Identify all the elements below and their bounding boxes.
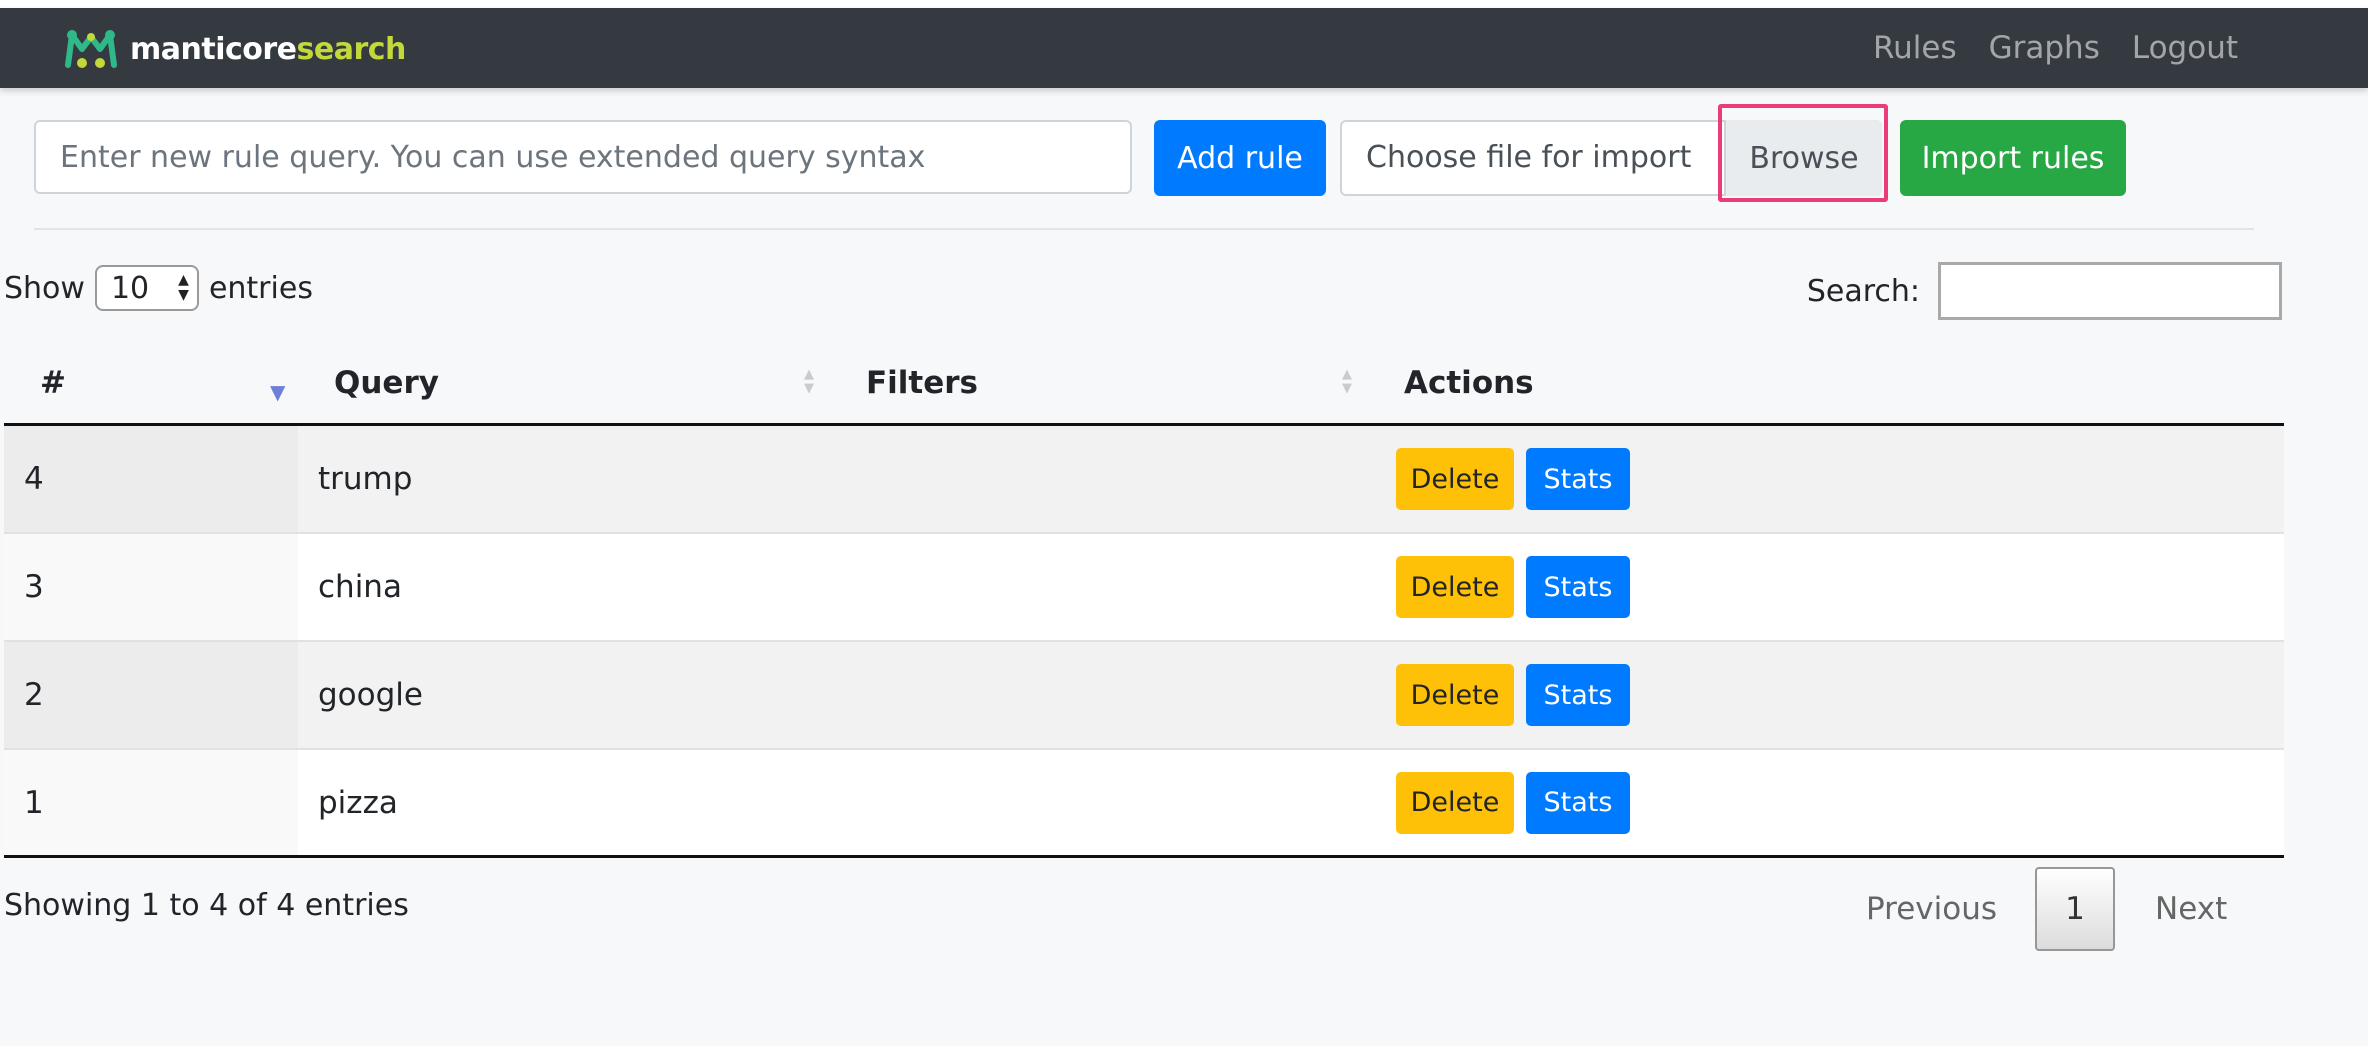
brand-name: manticoresearch <box>130 35 406 65</box>
row-id: 1 <box>24 784 44 821</box>
previous-page-button[interactable]: Previous <box>1866 891 1997 927</box>
stats-button[interactable]: Stats <box>1526 556 1630 618</box>
row-actions: Delete Stats <box>1396 534 1630 640</box>
row-query: trump <box>318 461 413 497</box>
sort-both-icon: ▲ ▼ <box>804 367 814 396</box>
row-query: china <box>318 569 402 605</box>
file-import-label: Choose file for import <box>1366 140 1692 175</box>
row-query: google <box>318 677 423 713</box>
navbar: manticoresearch Rules Graphs Logout <box>0 8 2368 88</box>
next-page-button[interactable]: Next <box>2155 891 2227 927</box>
stats-button[interactable]: Stats <box>1526 448 1630 510</box>
column-header-id[interactable]: # <box>40 350 66 423</box>
rules-table: # ▼ Query ▲ ▼ Filters ▲ ▼ Actions 4 trump … <box>4 350 2284 858</box>
search-input[interactable] <box>1938 262 2282 320</box>
nav-link-logout[interactable]: Logout <box>2132 30 2238 66</box>
row-query: pizza <box>318 784 398 821</box>
stats-button[interactable]: Stats <box>1526 664 1630 726</box>
entries-label: entries <box>208 270 313 306</box>
delete-button[interactable]: Delete <box>1396 771 1514 834</box>
id-cell-bg <box>4 642 298 748</box>
nav-link-graphs[interactable]: Graphs <box>1989 30 2100 66</box>
column-header-filters-label: Filters <box>866 365 979 401</box>
column-header-actions-label: Actions <box>1404 365 1534 401</box>
rule-query-input[interactable] <box>34 120 1132 194</box>
show-label: Show <box>4 270 85 306</box>
id-cell-bg <box>4 750 298 855</box>
add-rule-button[interactable]: Add rule <box>1154 120 1326 196</box>
delete-button[interactable]: Delete <box>1396 556 1514 618</box>
row-id: 4 <box>24 461 44 497</box>
stats-button[interactable]: Stats <box>1526 771 1630 834</box>
id-cell-bg <box>4 426 298 532</box>
table-row: 3 china Delete Stats <box>4 534 2284 642</box>
row-actions: Delete Stats <box>1396 642 1630 748</box>
browse-button[interactable]: Browse <box>1724 120 1882 196</box>
nav-links: Rules Graphs Logout <box>1873 8 2238 88</box>
page-1-button[interactable]: 1 <box>2035 867 2116 951</box>
import-rules-button[interactable]: Import rules <box>1900 120 2126 196</box>
nav-link-rules[interactable]: Rules <box>1873 30 1957 66</box>
delete-button[interactable]: Delete <box>1396 664 1514 726</box>
brand-name-primary: manticore <box>130 32 297 67</box>
column-header-id-label: # <box>40 365 66 401</box>
brand-logo[interactable]: manticoresearch <box>62 26 406 74</box>
row-actions: Delete Stats <box>1396 750 1630 855</box>
table-row: 2 google Delete Stats <box>4 642 2284 750</box>
column-header-query-label: Query <box>334 365 439 401</box>
row-id: 3 <box>24 569 44 605</box>
table-row: 1 pizza Delete Stats <box>4 750 2284 858</box>
search-label: Search: <box>1806 273 1920 309</box>
page-length-control: Show 10 ▲ ▼ entries <box>4 264 313 312</box>
table-header: # ▼ Query ▲ ▼ Filters ▲ ▼ Actions <box>4 350 2284 426</box>
page-length-value: 10 <box>110 270 150 306</box>
brand-name-secondary: search <box>296 32 407 67</box>
page-length-select[interactable]: 10 ▲ ▼ <box>94 265 199 311</box>
top-strip <box>0 0 2368 8</box>
pagination: Previous 1 Next <box>1866 866 2227 952</box>
manticore-logo-icon <box>65 30 117 68</box>
divider <box>34 228 2254 230</box>
select-arrows-icon: ▲ ▼ <box>178 272 189 303</box>
file-import-input[interactable]: Choose file for import Browse <box>1340 120 1882 196</box>
sort-both-icon: ▲ ▼ <box>1342 367 1352 396</box>
column-header-actions: Actions <box>1404 350 1534 423</box>
row-actions: Delete Stats <box>1396 426 1630 532</box>
table-row: 4 trump Delete Stats <box>4 426 2284 534</box>
column-header-query[interactable]: Query <box>334 350 439 423</box>
id-cell-bg <box>4 534 298 640</box>
table-search: Search: <box>1807 262 2282 320</box>
row-id: 2 <box>24 677 44 713</box>
table-info: Showing 1 to 4 of 4 entries <box>4 888 409 923</box>
column-header-filters[interactable]: Filters <box>866 350 978 423</box>
sort-desc-icon: ▼ <box>270 380 286 404</box>
delete-button[interactable]: Delete <box>1396 448 1514 510</box>
